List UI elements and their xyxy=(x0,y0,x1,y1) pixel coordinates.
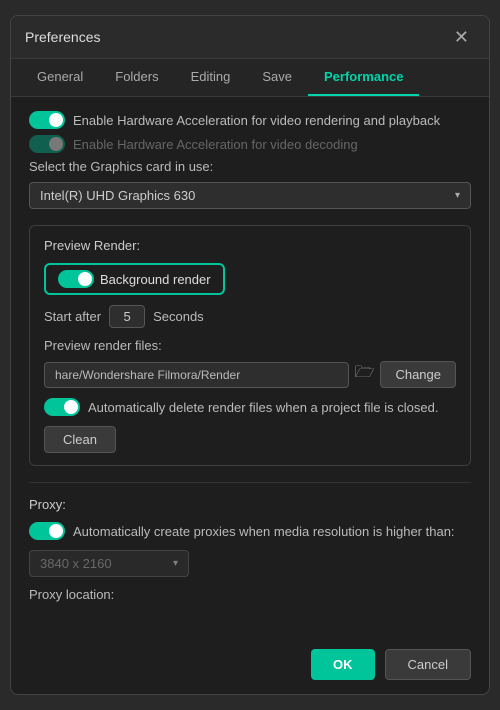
cancel-button[interactable]: Cancel xyxy=(385,649,471,680)
toggle-knob1 xyxy=(49,113,63,127)
hw-accel-label2: Enable Hardware Acceleration for video d… xyxy=(73,137,358,152)
preferences-dialog: Preferences ✕ General Folders Editing Sa… xyxy=(10,15,490,695)
start-after-row: Start after Seconds xyxy=(44,305,456,328)
file-path-display: hare/Wondershare Filmora/Render xyxy=(44,362,349,388)
auto-proxy-label: Automatically create proxies when media … xyxy=(73,524,455,539)
auto-delete-label: Automatically delete render files when a… xyxy=(88,400,438,415)
seconds-label: Seconds xyxy=(153,309,204,324)
close-button[interactable]: ✕ xyxy=(448,26,475,48)
content-area: Enable Hardware Acceleration for video r… xyxy=(11,97,489,630)
proxy-location-label: Proxy location: xyxy=(29,587,471,602)
bg-render-label: Background render xyxy=(100,272,211,287)
hw-accel-toggle2 xyxy=(29,135,65,153)
bg-render-toggle[interactable] xyxy=(58,270,94,288)
auto-delete-row: Automatically delete render files when a… xyxy=(44,398,456,416)
folder-icon[interactable]: 🗁 xyxy=(355,361,375,388)
clean-button[interactable]: Clean xyxy=(44,426,116,453)
toggle-knob2 xyxy=(49,137,63,151)
auto-proxy-toggle[interactable] xyxy=(29,522,65,540)
file-path-row: hare/Wondershare Filmora/Render 🗁 Change xyxy=(44,361,456,388)
title-bar: Preferences ✕ xyxy=(11,16,489,59)
tab-bar: General Folders Editing Save Performance xyxy=(11,59,489,97)
auto-delete-knob xyxy=(64,400,78,414)
bg-render-toggle-knob xyxy=(78,272,92,286)
start-after-input[interactable] xyxy=(109,305,145,328)
tab-editing[interactable]: Editing xyxy=(175,59,247,96)
chevron-down-icon: ▾ xyxy=(455,190,460,201)
ok-button[interactable]: OK xyxy=(311,649,375,680)
tab-general[interactable]: General xyxy=(21,59,99,96)
preview-files-label: Preview render files: xyxy=(44,338,456,353)
proxy-title: Proxy: xyxy=(29,497,471,512)
graphics-card-value: Intel(R) UHD Graphics 630 xyxy=(40,188,195,203)
graphics-card-select[interactable]: Intel(R) UHD Graphics 630 ▾ xyxy=(29,182,471,209)
auto-proxy-row: Automatically create proxies when media … xyxy=(29,522,471,540)
preview-render-section: Preview Render: Background render Start … xyxy=(29,225,471,466)
graphics-card-section: Select the Graphics card in use: Intel(R… xyxy=(29,159,471,209)
tab-folders[interactable]: Folders xyxy=(99,59,174,96)
footer-buttons: OK Cancel xyxy=(311,649,471,680)
section-divider xyxy=(29,482,471,483)
auto-proxy-knob xyxy=(49,524,63,538)
change-button[interactable]: Change xyxy=(380,361,456,388)
proxy-section: Proxy: Automatically create proxies when… xyxy=(29,497,471,602)
tab-save[interactable]: Save xyxy=(246,59,308,96)
chevron-down-icon-2: ▾ xyxy=(173,558,178,569)
graphics-card-label: Select the Graphics card in use: xyxy=(29,159,471,174)
auto-delete-toggle[interactable] xyxy=(44,398,80,416)
hw-accel-row2: Enable Hardware Acceleration for video d… xyxy=(29,135,471,153)
resolution-value: 3840 x 2160 xyxy=(40,556,112,571)
hw-accel-row1: Enable Hardware Acceleration for video r… xyxy=(29,111,471,129)
start-after-label: Start after xyxy=(44,309,101,324)
hw-accel-toggle1[interactable] xyxy=(29,111,65,129)
hw-accel-label1: Enable Hardware Acceleration for video r… xyxy=(73,113,440,128)
resolution-select[interactable]: 3840 x 2160 ▾ xyxy=(29,550,189,577)
preview-render-title: Preview Render: xyxy=(44,238,456,253)
dialog-title: Preferences xyxy=(25,29,100,45)
bg-render-box: Background render xyxy=(44,263,225,295)
tab-performance[interactable]: Performance xyxy=(308,59,419,96)
